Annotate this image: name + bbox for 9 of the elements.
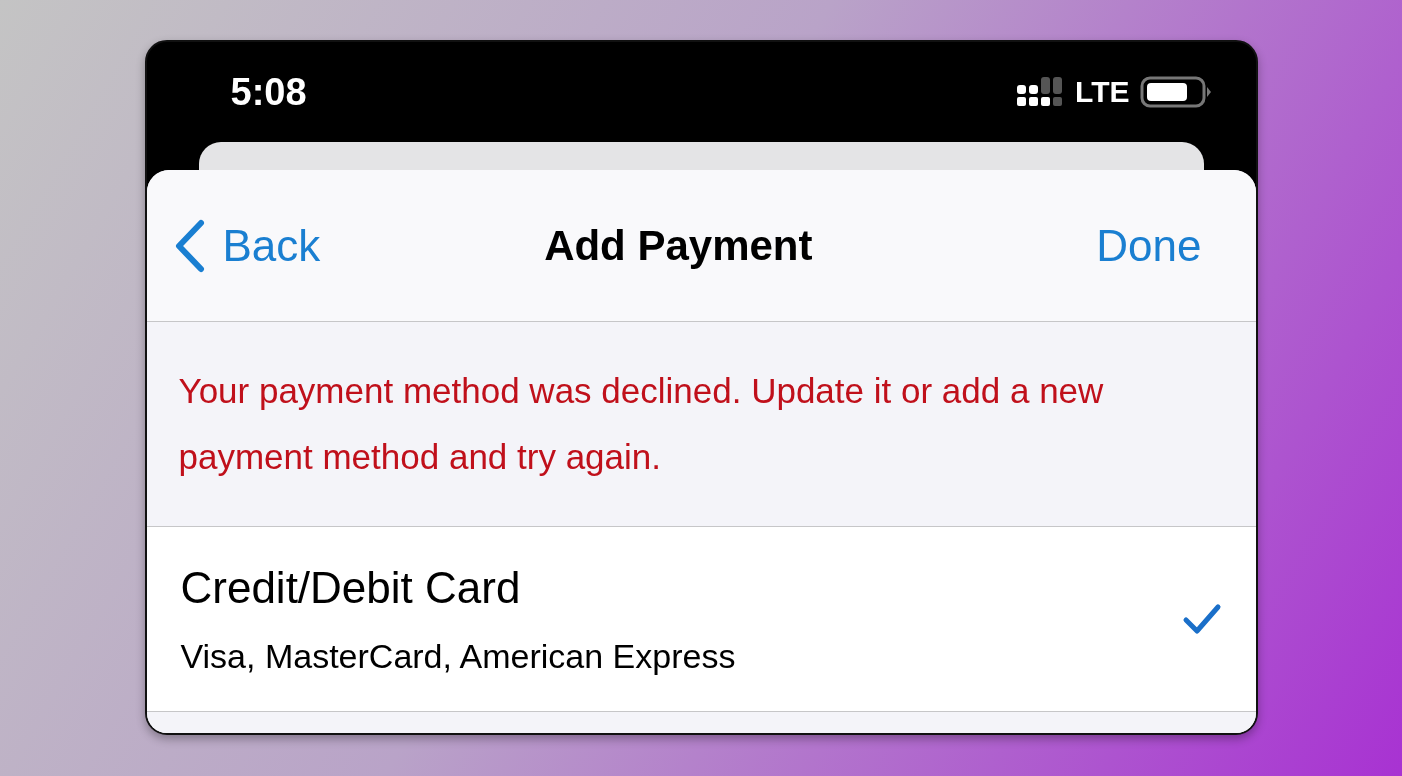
option-subtitle: Visa, MasterCard, American Express bbox=[180, 636, 736, 676]
status-time: 5:08 bbox=[230, 70, 307, 114]
done-button[interactable]: Done bbox=[1096, 220, 1202, 271]
back-button[interactable]: Back bbox=[172, 218, 321, 273]
page-title: Add Payment bbox=[544, 221, 813, 270]
payment-option[interactable]: Credit/Debit Card Visa, MasterCard, American Express bbox=[146, 527, 1256, 712]
network-label: LTE bbox=[1075, 75, 1130, 109]
option-title: Credit/Debit Card bbox=[180, 562, 522, 613]
battery-icon bbox=[1139, 76, 1212, 108]
